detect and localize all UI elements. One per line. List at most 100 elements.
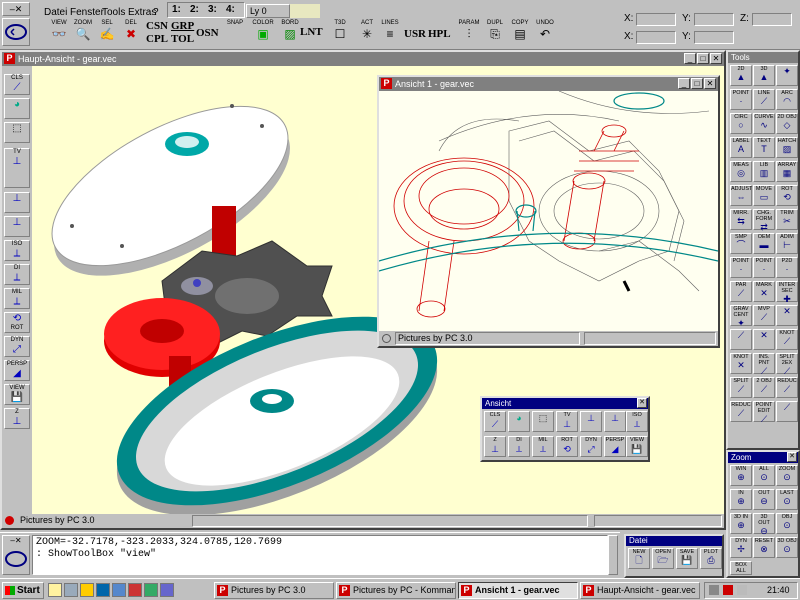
zoom-3d-out-button[interactable]: 3D OUT ⊖ [753,513,775,536]
sub-close-button[interactable]: ✕ [704,78,716,89]
tool-button-mvp-31[interactable]: MVP ⟋ [753,305,775,326]
tool-button-knot-35[interactable]: KNOT ⟋ [776,329,798,350]
tool-button-mark-28[interactable]: MARK ✕ [753,281,775,302]
tool-button-2d-obj-8[interactable]: 2D OBJ ◇ [776,113,798,134]
zoom-dyn-button[interactable]: DYN ✢ [730,537,752,558]
view-3-button[interactable]: 3: [208,4,217,15]
tray-printer-icon[interactable] [709,585,719,595]
tool-button-split-39[interactable]: SPLIT ⟋ [730,377,752,398]
y-field-2[interactable] [694,31,734,44]
zoom-in-button[interactable]: IN ⊕ [730,489,752,510]
side-tool-cls[interactable]: CLS ⟋ [4,74,30,95]
mini-tool-iso[interactable]: ISO ⟂ [626,411,648,432]
tool-button-reduc-42[interactable]: REDUC ⟋ [730,401,752,422]
side-tool-rot[interactable]: ⟲ ROT [4,312,30,333]
mini-tool-di[interactable]: DI ⟂ [508,436,530,457]
tool-button-icon-2[interactable]: ✦ [776,65,798,86]
y-field-1[interactable] [694,13,734,26]
sub-maximize-button[interactable]: □ [691,78,703,89]
tool-button-ins-pnt-37[interactable]: INS. PNT ⟋ [753,353,775,376]
quicklaunch-icon-7[interactable] [144,583,158,597]
tool-button-label-9[interactable]: LABEL A [730,137,752,158]
view-1-button[interactable]: 1: [172,4,181,15]
tool-button-point-25[interactable]: POINT · [753,257,775,278]
mini-tool-axis-3[interactable]: ⊥ [604,411,626,432]
lnt-button[interactable]: LNT [300,26,323,38]
tool-button-3d-1[interactable]: 3D ▲ [753,65,775,86]
mini-tool-cls[interactable]: CLS ⟋ [484,411,506,432]
tool-button-p2d-26[interactable]: P2D · [776,257,798,278]
zoom-all-button[interactable]: ALL ⊙ [753,465,775,486]
quicklaunch-icon-8[interactable] [160,583,174,597]
minimize-button[interactable]: _ [684,53,696,64]
tool-button-icon-44[interactable]: ⟋ [776,401,798,422]
side-tool-axis-2[interactable]: ⊥ [4,192,30,213]
side-tool-mil[interactable]: MIL ⟂ [4,288,30,309]
x-field-2[interactable] [636,31,676,44]
layer-field[interactable]: Ly 0 [246,4,290,18]
zoom-box-all-button[interactable]: BOX ALL [730,561,752,575]
tool-button-circ-6[interactable]: CIRC ○ [730,113,752,134]
clock[interactable]: 21:40 [767,585,790,595]
zoom-reset-button[interactable]: RESET ⊗ [753,537,775,558]
maximize-button[interactable]: □ [697,53,709,64]
menu-fenster[interactable]: Fenster [70,7,104,18]
datei-open-button[interactable]: OPEN 🗁 [652,548,674,569]
undo-button[interactable]: UNDO ↶ [528,20,562,46]
tool-button-adjust-15[interactable]: ADJUST ⇔ [730,185,752,206]
mini-tool-axis-2[interactable]: ⊥ [580,411,602,432]
tool-button-oem-22[interactable]: OEM ▬ [753,233,775,254]
grp-button[interactable]: GRP [171,20,194,32]
tray-speaker-icon[interactable] [737,585,747,595]
side-tool-view[interactable]: VIEW 💾 [4,384,30,405]
datei-new-button[interactable]: NEW 🗋 [628,548,650,569]
menu-datei[interactable]: Datei [44,7,67,18]
osn-button[interactable]: OSN [196,27,219,39]
mini-tool-tv[interactable]: TV ⊥ [556,411,578,432]
tray-app-icon[interactable] [723,585,733,595]
sub-canvas[interactable] [379,91,718,331]
command-system-button[interactable]: –✕ [2,535,30,575]
delete-button[interactable]: DEL ✖ [114,20,148,46]
view-4-button[interactable]: 4: [226,4,235,15]
tool-button-inter-sec-29[interactable]: INTER SEC ✚ [776,281,798,304]
tool-button-2-obj-40[interactable]: 2 OBJ ⟋ [753,377,775,398]
mini-tool-z[interactable]: Z ⊥ [484,436,506,457]
tool-button-chg-form-19[interactable]: CHG. FORM ⇄ [753,209,775,232]
tool-button-trim-20[interactable]: TRIM ✂ [776,209,798,230]
side-tool-z[interactable]: Z ⊥ [4,408,30,429]
zoom-obj-button[interactable]: OBJ ⊙ [776,513,798,534]
tool-button-meas-12[interactable]: MEAS ◎ [730,161,752,182]
quicklaunch-icon-3[interactable] [80,583,94,597]
quicklaunch-icon-2[interactable] [64,583,78,597]
side-tool-wire[interactable]: ⬚ [4,122,30,143]
tool-button-smp-21[interactable]: SMP ⌒ [730,233,752,254]
csn-button[interactable]: CSN [146,20,168,32]
zoom-win-button[interactable]: WIN ⊕ [730,465,752,486]
zoom-last-button[interactable]: LAST ⊙ [776,489,798,510]
sub-minimize-button[interactable]: _ [678,78,690,89]
tool-button-line-4[interactable]: LINE ⟋ [753,89,775,110]
tool-button-adim-23[interactable]: ADIM ⊢ [776,233,798,254]
tool-button-mirr-18[interactable]: MIRR. ⇆ [730,209,752,230]
side-tool-axis-3[interactable]: ⊥ [4,216,30,237]
tool-button-icon-32[interactable]: ✕ [776,305,798,326]
zoom-3d-in-button[interactable]: 3D IN ⊕ [730,513,752,534]
tool-button-text-10[interactable]: TEXT T [753,137,775,158]
mini-tool-shade[interactable]: ◕ [508,411,530,432]
tool-button-grav-cent-30[interactable]: GRAV CENT ✦ [730,305,752,328]
x-field-1[interactable] [636,13,676,26]
tool-button-arc-5[interactable]: ARC ◠ [776,89,798,110]
tool-button-reduc-41[interactable]: REDUC ⟋ [776,377,798,398]
task-button-ansicht[interactable]: P Ansicht 1 - gear.vec [458,582,578,599]
tool-button-par-27[interactable]: PAR ⟋ [730,281,752,302]
task-button-kommando[interactable]: P Pictures by PC - Komman... [336,582,456,599]
quicklaunch-icon-1[interactable] [48,583,62,597]
tool-button-point-edit-43[interactable]: POINT EDIT ⟋ [753,401,775,424]
tool-button-icon-34[interactable]: ✕ [753,329,775,350]
tool-button-point-3[interactable]: POINT · [730,89,752,110]
tool-button-hatch-11[interactable]: HATCH ▨ [776,137,798,158]
cpl-button[interactable]: CPL [146,33,168,45]
view-2-button[interactable]: 2: [190,4,199,15]
side-tool-tv[interactable]: TV ⊥ [4,148,30,188]
